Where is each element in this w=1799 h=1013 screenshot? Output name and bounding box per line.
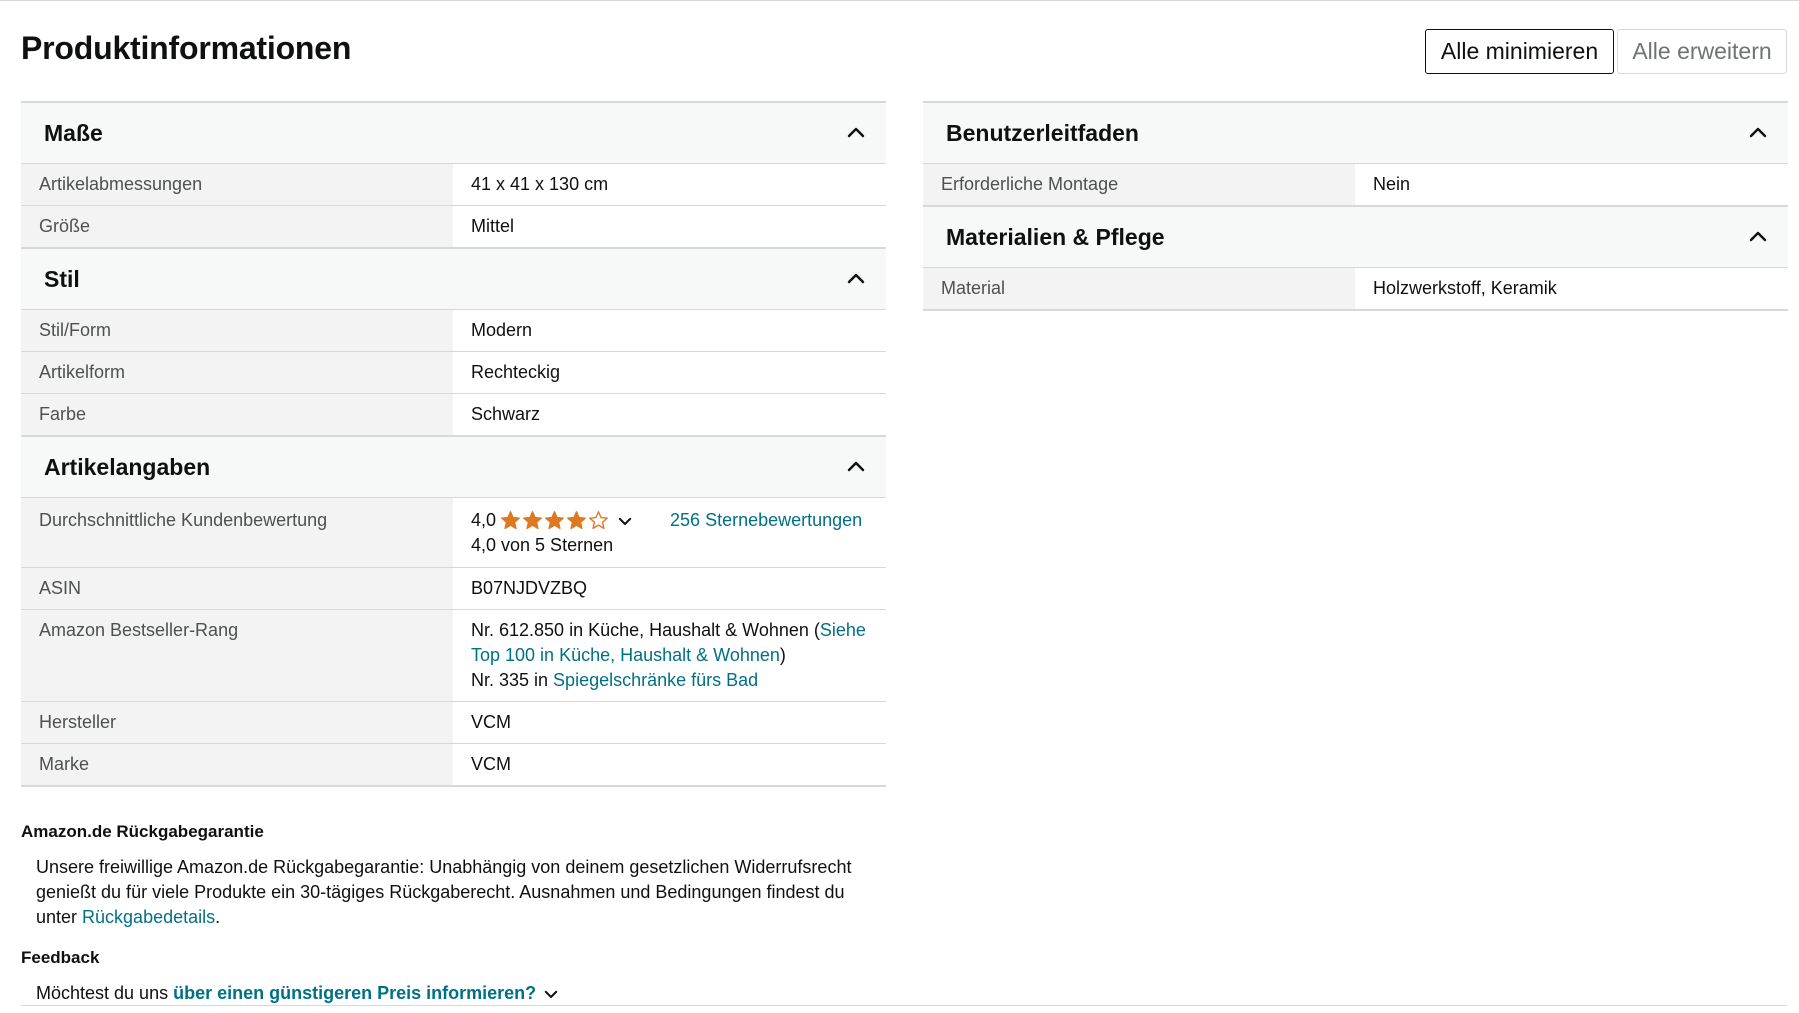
row-value: Rechteckig <box>471 362 561 382</box>
section-header-artikelangaben[interactable]: Artikelangaben <box>21 437 886 498</box>
row-value: VCM <box>471 754 511 774</box>
row-label: Amazon Bestseller-Rang <box>21 610 453 701</box>
row-label: Farbe <box>21 394 453 435</box>
chevron-up-icon[interactable] <box>1746 121 1770 145</box>
row-value: B07NJDVZBQ <box>471 578 588 598</box>
rating-subtext: 4,0 von 5 Sternen <box>471 535 614 555</box>
feedback-prefix: Möchtest du uns <box>36 983 174 1003</box>
table-row: Erforderliche Montage Nein <box>923 164 1788 207</box>
return-policy-title: Amazon.de Rückgabegarantie <box>21 822 264 841</box>
category-link[interactable]: Spiegelschränke fürs Bad <box>553 670 758 690</box>
section-title: Artikelangaben <box>44 453 211 480</box>
star-icon <box>523 511 542 530</box>
bestseller-cell: Nr. 612.850 in Küche, Haushalt & Wohnen … <box>453 610 886 701</box>
chevron-up-icon[interactable] <box>844 121 868 145</box>
row-label: ASIN <box>21 568 453 609</box>
section-title: Benutzerleitfaden <box>946 119 1139 146</box>
collapse-all-button[interactable]: Alle minimieren <box>1425 29 1614 74</box>
row-label: Erforderliche Montage <box>923 164 1355 205</box>
section-stil: Stil Stil/Form Modern Artikelform Rechte… <box>21 249 886 437</box>
table-row: Material Holzwerkstoff, Keramik <box>923 268 1788 311</box>
section-header-masse[interactable]: Maße <box>21 103 886 164</box>
rating-cell: 4,0 256 Sternebewertungen 4,0 von 5 Ster… <box>453 498 886 567</box>
feedback-text: Möchtest du uns über einen günstigeren P… <box>36 981 560 1006</box>
rating-line: 4,0 256 Sternebewertungen <box>471 508 868 533</box>
table-row: Marke VCM <box>21 744 886 787</box>
table-row: Artikelform Rechteckig <box>21 352 886 394</box>
row-value: Nein <box>1373 174 1411 194</box>
bottom-divider <box>21 1005 1787 1006</box>
return-details-link[interactable]: Rückgabedetails <box>82 907 215 927</box>
row-value: Mittel <box>471 216 515 236</box>
table-row: Größe Mittel <box>21 206 886 249</box>
row-value: Schwarz <box>471 404 541 424</box>
table-row: Stil/Form Modern <box>21 310 886 352</box>
section-header-materialien[interactable]: Materialien & Pflege <box>923 207 1788 268</box>
row-label: Größe <box>21 206 453 247</box>
star-icon <box>567 511 586 530</box>
row-label: Material <box>923 268 1355 309</box>
row-value: Holzwerkstoff, Keramik <box>1373 278 1557 298</box>
right-column: Benutzerleitfaden Erforderliche Montage … <box>923 101 1788 311</box>
star-icon <box>589 511 608 530</box>
table-row-rating: Durchschnittliche Kundenbewertung 4,0 25… <box>21 498 886 568</box>
left-column: Maße Artikelabmessungen 41 x 41 x 130 cm… <box>21 101 886 787</box>
chevron-up-icon[interactable] <box>844 267 868 291</box>
return-policy-text: Unsere freiwillige Amazon.de Rückgabegar… <box>36 855 866 930</box>
row-label: Hersteller <box>21 702 453 743</box>
row-value: Modern <box>471 320 533 340</box>
star-rating[interactable] <box>500 510 610 531</box>
row-label: Artikelabmessungen <box>21 164 453 205</box>
section-title: Stil <box>44 265 80 292</box>
table-row: Hersteller VCM <box>21 702 886 744</box>
star-ratings-link[interactable]: 256 Sternebewertungen <box>670 508 862 533</box>
rating-value: 4,0 <box>471 510 497 530</box>
chevron-down-icon[interactable] <box>542 985 560 1003</box>
table-row: Farbe Schwarz <box>21 394 886 437</box>
star-icon <box>545 511 564 530</box>
section-title: Materialien & Pflege <box>946 223 1165 250</box>
section-masse: Maße Artikelabmessungen 41 x 41 x 130 cm… <box>21 101 886 249</box>
table-row-bestseller: Amazon Bestseller-Rang Nr. 612.850 in Kü… <box>21 610 886 702</box>
row-label: Artikelform <box>21 352 453 393</box>
bestseller-rank-text: Nr. 335 in <box>471 670 554 690</box>
bestseller-line-1: Nr. 612.850 in Küche, Haushalt & Wohnen … <box>471 618 868 668</box>
section-materialien: Materialien & Pflege Material Holzwerkst… <box>923 207 1788 311</box>
section-header-benutzerleitfaden[interactable]: Benutzerleitfaden <box>923 103 1788 164</box>
star-icon <box>501 511 520 530</box>
table-row: Artikelabmessungen 41 x 41 x 130 cm <box>21 164 886 206</box>
top-divider <box>0 0 1799 1</box>
row-label: Durchschnittliche Kundenbewertung <box>21 498 453 567</box>
section-header-stil[interactable]: Stil <box>21 249 886 310</box>
bestseller-line-2: Nr. 335 in Spiegelschränke fürs Bad <box>471 668 868 693</box>
table-row: ASIN B07NJDVZBQ <box>21 568 886 610</box>
chevron-up-icon[interactable] <box>1746 225 1770 249</box>
expand-all-button[interactable]: Alle erweitern <box>1617 29 1787 74</box>
chevron-down-icon[interactable] <box>616 512 634 530</box>
row-label: Stil/Form <box>21 310 453 351</box>
row-value: VCM <box>471 712 511 732</box>
row-value: 41 x 41 x 130 cm <box>471 174 609 194</box>
cheaper-price-link[interactable]: über einen günstigeren Preis informieren… <box>173 981 536 1006</box>
bestseller-suffix: ) <box>779 645 786 665</box>
row-label: Marke <box>21 744 453 785</box>
section-title: Maße <box>44 119 103 146</box>
section-artikelangaben: Artikelangaben Durchschnittliche Kundenb… <box>21 437 886 787</box>
bestseller-rank-text: Nr. 612.850 in Küche, Haushalt & Wohnen … <box>471 620 820 640</box>
feedback-title: Feedback <box>21 948 100 967</box>
page-title: Produktinformationen <box>21 30 352 66</box>
return-policy-end: . <box>215 907 221 927</box>
chevron-up-icon[interactable] <box>844 455 868 479</box>
section-benutzerleitfaden: Benutzerleitfaden Erforderliche Montage … <box>923 101 1788 207</box>
